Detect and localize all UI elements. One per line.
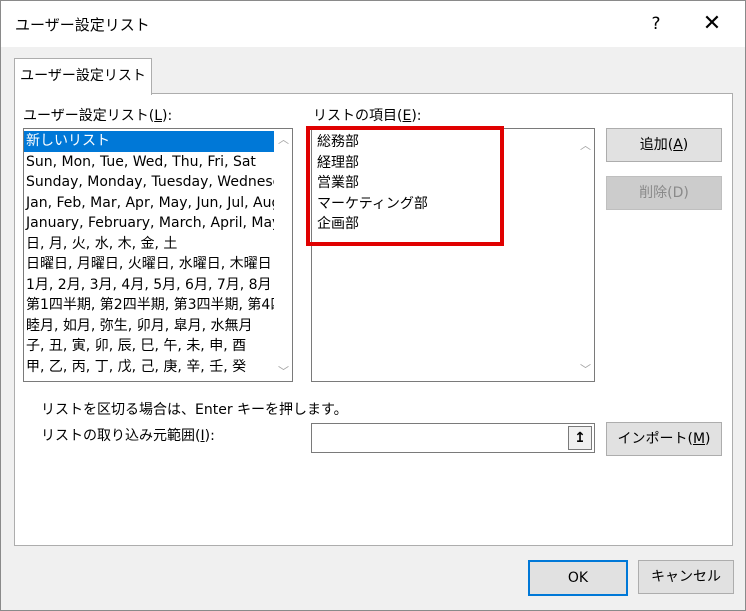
list-item[interactable]: 1月, 2月, 3月, 4月, 5月, 6月, 7月, 8月 <box>24 275 274 296</box>
custom-lists-listbox[interactable]: 新しいリスト Sun, Mon, Tue, Wed, Thu, Fri, Sat S… <box>23 128 293 382</box>
cancel-button[interactable]: キャンセル <box>638 560 734 594</box>
list-item[interactable]: 日, 月, 火, 水, 木, 金, 土 <box>24 234 274 255</box>
list-item[interactable]: 子, 丑, 寅, 卯, 辰, 巳, 午, 未, 申, 酉 <box>24 336 274 357</box>
hint-text: リストを区切る場合は、Enter キーを押します。 <box>41 402 348 418</box>
list-entries-label: リストの項目(E): <box>313 108 422 124</box>
list-entries-scrollbar[interactable]: ︿ ﹀ <box>577 129 594 381</box>
add-button[interactable]: 追加(A) <box>606 128 722 162</box>
scroll-down-icon[interactable]: ﹀ <box>275 363 292 379</box>
import-range-field[interactable]: ↥ <box>311 423 595 453</box>
tab-custom-lists[interactable]: ユーザー設定リスト <box>14 58 152 95</box>
scroll-down-icon[interactable]: ﹀ <box>577 361 594 377</box>
list-item[interactable]: 日曜日, 月曜日, 火曜日, 水曜日, 木曜日 <box>24 254 274 275</box>
list-item[interactable]: 第1四半期, 第2四半期, 第3四半期, 第4四半期 <box>24 295 274 316</box>
list-item-selected[interactable]: 新しいリスト <box>24 131 274 152</box>
custom-lists-scrollbar[interactable]: ︿ ﹀ <box>275 129 292 381</box>
close-button[interactable]: ✕ <box>697 11 727 37</box>
import-button[interactable]: インポート(M) <box>606 422 722 456</box>
list-item[interactable]: January, February, March, April, May <box>24 213 274 234</box>
delete-button[interactable]: 削除(D) <box>606 176 722 210</box>
highlight-box <box>306 126 504 246</box>
custom-lists-label: ユーザー設定リスト(L): <box>23 108 173 124</box>
import-range-label: リストの取り込み元範囲(I): <box>41 428 215 444</box>
dialog-title: ユーザー設定リスト <box>15 16 150 34</box>
list-item[interactable]: Sunday, Monday, Tuesday, Wednesday <box>24 172 274 193</box>
title-bar: ユーザー設定リスト ? ✕ <box>1 1 745 47</box>
scroll-up-icon[interactable]: ︿ <box>275 131 292 147</box>
collapse-dialog-icon[interactable]: ↥ <box>568 426 592 450</box>
list-item[interactable]: Sun, Mon, Tue, Wed, Thu, Fri, Sat <box>24 152 274 173</box>
ok-button[interactable]: OK <box>528 560 628 596</box>
help-button[interactable]: ? <box>641 11 671 37</box>
list-item[interactable]: 甲, 乙, 丙, 丁, 戊, 己, 庚, 辛, 壬, 癸 <box>24 357 274 378</box>
list-item[interactable]: Jan, Feb, Mar, Apr, May, Jun, Jul, Aug <box>24 193 274 214</box>
custom-lists-dialog: ユーザー設定リスト ? ✕ ユーザー設定リスト ユーザー設定リスト(L): 新し… <box>0 0 746 611</box>
list-item[interactable]: 睦月, 如月, 弥生, 卯月, 皐月, 水無月 <box>24 316 274 337</box>
scroll-up-icon[interactable]: ︿ <box>577 137 594 153</box>
